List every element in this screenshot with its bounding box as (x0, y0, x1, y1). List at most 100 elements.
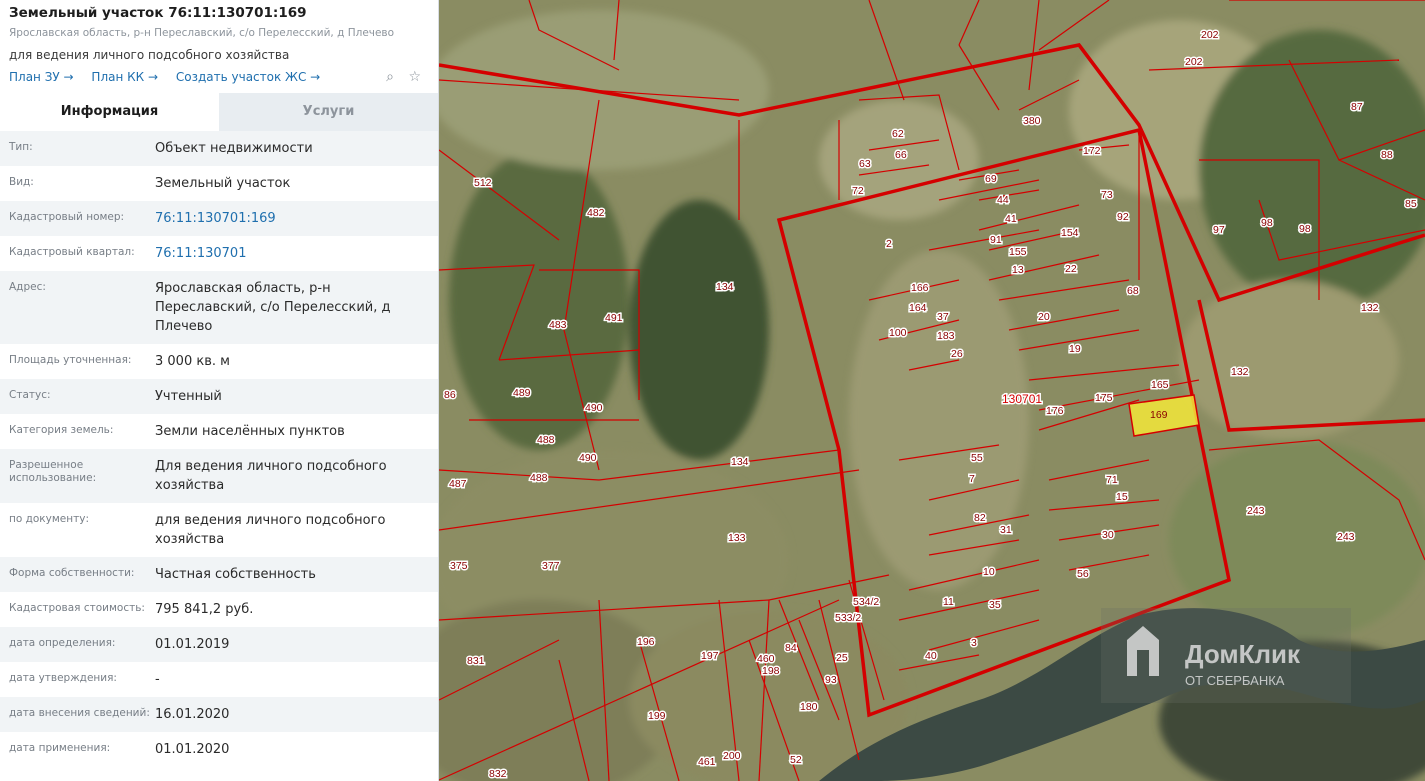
parcel-label[interactable]: 377 (541, 559, 562, 574)
parcel-label[interactable]: 165 (1150, 378, 1171, 393)
parcel-label[interactable]: 164 (908, 301, 929, 316)
parcel-label[interactable]: 7 (968, 472, 977, 487)
parcel-label[interactable]: 55 (970, 451, 985, 466)
parcel-label[interactable]: 52 (789, 753, 804, 768)
parcel-label[interactable]: 196 (636, 635, 657, 650)
parcel-label[interactable]: 84 (784, 641, 799, 656)
parcel-label[interactable]: 91 (989, 233, 1004, 248)
parcel-label[interactable]: 68 (1126, 284, 1141, 299)
parcel-label[interactable]: 491 (604, 311, 625, 326)
parcel-label[interactable]: 37 (936, 310, 951, 325)
parcel-label[interactable]: 30 (1101, 528, 1116, 543)
parcel-label[interactable]: 22 (1064, 262, 1079, 277)
parcel-label-text: 72 (852, 185, 864, 197)
parcel-label[interactable]: 198 (761, 664, 782, 679)
parcel-label[interactable]: 534/2 (852, 595, 881, 610)
parcel-label-text: 200 (723, 750, 741, 762)
parcel-label[interactable]: 86 (443, 388, 458, 403)
parcel-label[interactable]: 488 (529, 471, 550, 486)
cadastral-map[interactable]: 202 202 87 88 85 380 62 63 66 72 172 69 44 41 91 155 154… (439, 0, 1425, 781)
parcel-label[interactable]: 831 (466, 654, 487, 669)
parcel-label[interactable]: 243 (1246, 504, 1267, 519)
parcel-label[interactable]: 35 (988, 598, 1003, 613)
parcel-label[interactable]: 487 (448, 477, 469, 492)
map-canvas[interactable]: 2022028788853806263667217269444191155154… (439, 0, 1425, 781)
parcel-label[interactable]: 461 (697, 755, 718, 770)
parcel-label[interactable]: 175 (1094, 391, 1115, 406)
create-zhs-link[interactable]: Создать участок ЖС → (176, 70, 320, 84)
parcel-label[interactable]: 92 (1116, 210, 1131, 225)
parcel-label[interactable]: 20 (1037, 310, 1052, 325)
parcel-label[interactable]: 98 (1260, 216, 1275, 231)
parcel-label[interactable]: 202 (1184, 55, 1205, 70)
parcel-label[interactable]: 87 (1350, 100, 1365, 115)
parcel-label[interactable]: 180 (799, 700, 820, 715)
parcel-label[interactable]: 40 (924, 649, 939, 664)
parcel-label[interactable]: 199 (647, 709, 668, 724)
parcel-label[interactable]: 533/2 (834, 611, 863, 626)
parcel-label[interactable]: 202 (1200, 28, 1221, 43)
parcel-label[interactable]: 31 (999, 523, 1014, 538)
parcel-label[interactable]: 3 (970, 636, 979, 651)
parcel-label[interactable]: 56 (1076, 567, 1091, 582)
parcel-label[interactable]: 15 (1115, 490, 1130, 505)
parcel-label[interactable]: 62 (891, 127, 906, 142)
parcel-label[interactable]: 44 (996, 193, 1011, 208)
parcel-label[interactable]: 243 (1336, 530, 1357, 545)
parcel-label[interactable]: 98 (1298, 222, 1313, 237)
parcel-label[interactable]: 97 (1212, 223, 1227, 238)
parcel-label[interactable]: 72 (851, 184, 866, 199)
parcel-label[interactable]: 11 (942, 595, 956, 610)
parcel-label[interactable]: 66 (894, 148, 909, 163)
parcel-label[interactable]: 82 (973, 511, 988, 526)
parcel-label[interactable]: 85 (1404, 197, 1419, 212)
plan-zu-link[interactable]: План ЗУ → (9, 70, 74, 84)
parcel-label[interactable]: 200 (722, 749, 743, 764)
parcel-label[interactable]: 10 (982, 565, 997, 580)
parcel-label[interactable]: 490 (578, 451, 599, 466)
info-value[interactable]: 76:11:130701 (155, 236, 429, 271)
parcel-label[interactable]: 489 (512, 386, 533, 401)
parcel-label[interactable]: 512 (473, 176, 494, 191)
parcel-label[interactable]: 73 (1100, 188, 1115, 203)
plan-kk-link[interactable]: План КК → (91, 70, 158, 84)
star-icon[interactable]: ☆ (408, 69, 421, 85)
parcel-label[interactable]: 482 (586, 206, 607, 221)
parcel-label[interactable]: 488 (536, 433, 557, 448)
quarter-label[interactable]: 130701 (1001, 391, 1044, 408)
parcel-label[interactable]: 197 (700, 649, 721, 664)
parcel-label[interactable]: 460 (756, 652, 777, 667)
parcel-label[interactable]: 19 (1068, 342, 1083, 357)
parcel-label[interactable]: 100 (888, 326, 909, 341)
parcel-label[interactable]: 832 (488, 767, 509, 781)
parcel-label[interactable]: 25 (835, 651, 850, 666)
parcel-label[interactable]: 93 (824, 673, 839, 688)
parcel-label[interactable]: 176 (1045, 404, 1066, 419)
search-map-icon[interactable]: ⌕ (386, 69, 394, 85)
parcel-label[interactable]: 134 (715, 280, 736, 295)
parcel-label[interactable]: 375 (449, 559, 470, 574)
parcel-label[interactable]: 13 (1011, 263, 1026, 278)
parcel-label[interactable]: 41 (1004, 212, 1019, 227)
parcel-label[interactable]: 63 (858, 157, 873, 172)
parcel-label[interactable]: 155 (1008, 245, 1029, 260)
parcel-label[interactable]: 154 (1060, 226, 1081, 241)
parcel-label[interactable]: 132 (1230, 365, 1251, 380)
tab-info[interactable]: Информация (0, 93, 219, 131)
parcel-label[interactable]: 133 (727, 531, 748, 546)
tab-services[interactable]: Услуги (219, 93, 438, 131)
parcel-label[interactable]: 69 (984, 172, 999, 187)
parcel-label[interactable]: 183 (936, 329, 957, 344)
parcel-label[interactable]: 166 (910, 281, 931, 296)
parcel-label[interactable]: 380 (1022, 114, 1043, 129)
parcel-label[interactable]: 88 (1380, 148, 1395, 163)
parcel-label[interactable]: 134 (730, 455, 751, 470)
parcel-label[interactable]: 483 (548, 318, 569, 333)
info-value[interactable]: 76:11:130701:169 (155, 201, 429, 236)
parcel-label[interactable]: 490 (584, 401, 605, 416)
parcel-label[interactable]: 26 (950, 347, 965, 362)
parcel-label[interactable]: 71 (1105, 473, 1120, 488)
parcel-label[interactable]: 2 (885, 237, 894, 252)
parcel-label[interactable]: 172 (1082, 144, 1103, 159)
parcel-label[interactable]: 132 (1360, 301, 1381, 316)
